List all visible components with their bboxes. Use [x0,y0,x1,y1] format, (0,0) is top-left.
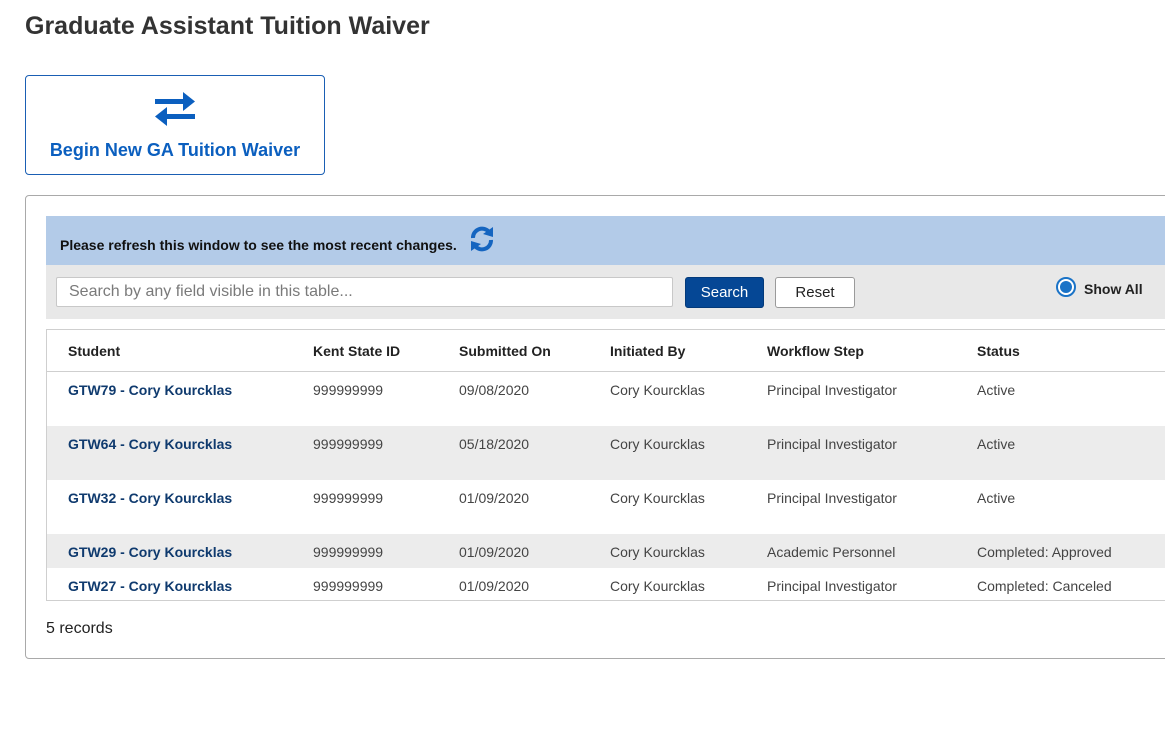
table-row: GTW27 - Cory Kourcklas 999999999 01/09/2… [47,568,1165,602]
search-toolbar: Search Reset Show All [46,265,1165,319]
kent-id-cell: 999999999 [313,382,384,398]
kent-id-cell: 999999999 [313,435,384,452]
waiver-table: Student Kent State ID Submitted On Initi… [46,329,1165,601]
submitted-on-cell: 01/09/2020 [459,543,530,560]
student-link[interactable]: GTW79 - Cory Kourcklas [68,382,232,398]
refresh-notice-bar: Please refresh this window to see the mo… [46,216,1165,265]
submitted-on-cell: 01/09/2020 [459,489,530,506]
table-row: GTW29 - Cory Kourcklas 999999999 01/09/2… [47,533,1165,568]
workflow-step-cell: Principal Investigator [767,435,897,452]
workflow-step-cell: Principal Investigator [767,577,897,594]
begin-new-waiver-button[interactable]: Begin New GA Tuition Waiver [25,75,325,175]
student-link[interactable]: GTW29 - Cory Kourcklas [68,544,232,560]
refresh-icon[interactable] [469,226,495,252]
show-all-radio[interactable]: Show All [1056,277,1143,297]
search-input[interactable] [56,277,673,307]
initiated-by-cell: Cory Kourcklas [610,435,705,452]
workflow-step-cell: Principal Investigator [767,382,897,398]
search-button[interactable]: Search [685,277,764,308]
radio-selected-icon [1056,277,1076,297]
table-row: GTW32 - Cory Kourcklas 999999999 01/09/2… [47,480,1165,534]
initiated-by-cell: Cory Kourcklas [610,382,705,398]
reset-button[interactable]: Reset [775,277,855,308]
status-cell: Completed: Canceled [977,577,1112,594]
status-cell: Completed: Approved [977,543,1112,560]
table-header-row: Student Kent State ID Submitted On Initi… [47,330,1165,372]
kent-id-cell: 999999999 [313,489,384,506]
workflow-step-cell: Academic Personnel [767,543,896,560]
begin-new-waiver-label: Begin New GA Tuition Waiver [49,140,301,160]
column-header-kent-state-id[interactable]: Kent State ID [313,330,459,372]
column-header-workflow-step[interactable]: Workflow Step [767,330,977,372]
show-all-label: Show All [1084,281,1143,297]
column-header-status[interactable]: Status [977,330,1165,372]
column-header-initiated-by[interactable]: Initiated By [610,330,767,372]
status-cell: Active [977,382,1016,398]
workflow-step-cell: Principal Investigator [767,489,897,506]
refresh-notice-text: Please refresh this window to see the mo… [60,237,457,253]
initiated-by-cell: Cory Kourcklas [610,577,705,594]
page-title: Graduate Assistant Tuition Waiver [25,12,430,40]
student-link[interactable]: GTW27 - Cory Kourcklas [68,578,232,594]
kent-id-cell: 999999999 [313,577,384,594]
kent-id-cell: 999999999 [313,543,384,560]
submitted-on-cell: 05/18/2020 [459,435,530,452]
table-row: GTW64 - Cory Kourcklas 999999999 05/18/2… [47,425,1165,480]
submitted-on-cell: 09/08/2020 [459,382,530,398]
swap-arrows-icon [155,92,195,126]
record-count: 5 records [46,620,113,637]
column-header-submitted-on[interactable]: Submitted On [459,330,610,372]
student-link[interactable]: GTW64 - Cory Kourcklas [68,436,232,452]
status-cell: Active [977,435,1016,452]
table-row: GTW79 - Cory Kourcklas 999999999 09/08/2… [47,372,1165,426]
initiated-by-cell: Cory Kourcklas [610,489,705,506]
initiated-by-cell: Cory Kourcklas [610,543,705,560]
student-link[interactable]: GTW32 - Cory Kourcklas [68,490,232,506]
submitted-on-cell: 01/09/2020 [459,577,530,594]
status-cell: Active [977,489,1016,506]
waiver-list-panel: Please refresh this window to see the mo… [25,195,1165,659]
column-header-student[interactable]: Student [47,330,313,372]
